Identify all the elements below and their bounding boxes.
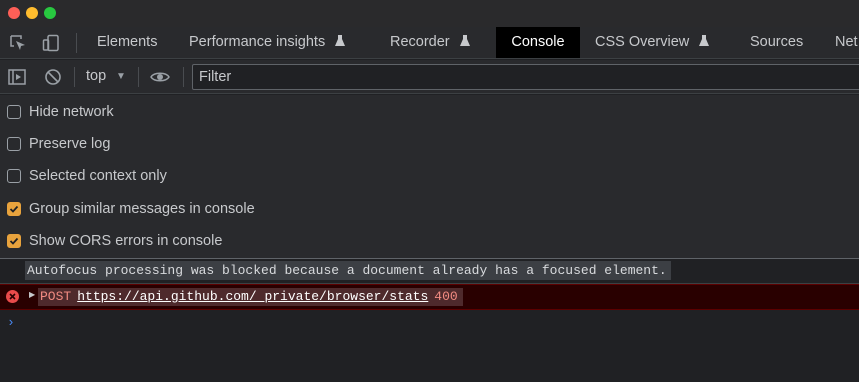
tab-css-overview[interactable]: CSS Overview (595, 27, 710, 58)
sidebar-toggle-icon[interactable] (8, 68, 26, 86)
setting-preserve-log[interactable]: Preserve log (7, 135, 110, 153)
close-window-button[interactable] (8, 7, 20, 19)
experimental-flask-icon (459, 35, 470, 46)
toolbar-divider (183, 67, 184, 87)
tab-label: CSS Overview (595, 34, 690, 50)
tab-elements[interactable]: Elements (97, 27, 157, 58)
live-expression-eye-icon[interactable] (150, 68, 170, 86)
setting-hide-network[interactable]: Hide network (7, 103, 114, 121)
tab-label: Performance insights (189, 34, 326, 50)
setting-label: Selected context only (29, 168, 167, 184)
toolbar-divider (138, 67, 139, 87)
tab-network[interactable]: Net (835, 27, 858, 58)
show-cors-errors-checkbox[interactable] (7, 234, 21, 248)
error-message-text: POST https://api.github.com/_private/brow… (38, 288, 463, 306)
tab-label: Console (511, 34, 565, 50)
tab-label: Net (835, 34, 858, 50)
tab-recorder[interactable]: Recorder (390, 27, 470, 58)
experimental-flask-icon (335, 35, 346, 46)
tab-label: Elements (97, 34, 158, 50)
console-message-info[interactable]: Autofocus processing was blocked because… (0, 259, 859, 284)
setting-label: Preserve log (29, 136, 111, 152)
selected-context-only-checkbox[interactable] (7, 169, 21, 183)
minimize-window-button[interactable] (26, 7, 38, 19)
console-prompt-icon[interactable]: › (7, 315, 15, 330)
setting-label: Hide network (29, 104, 114, 120)
info-message-text: Autofocus processing was blocked because… (25, 261, 671, 280)
tab-sources[interactable]: Sources (750, 27, 803, 58)
tab-console[interactable]: Console (496, 27, 580, 58)
error-icon (6, 290, 19, 303)
expand-triangle-icon[interactable]: ▶ (29, 290, 35, 299)
tab-performance-insights[interactable]: Performance insights (189, 27, 346, 58)
setting-label: Show CORS errors in console (29, 233, 223, 249)
group-similar-checkbox[interactable] (7, 202, 21, 216)
preserve-log-checkbox[interactable] (7, 137, 21, 151)
devtools-tab-bar: Elements Performance insights Recorder C… (0, 27, 859, 59)
http-method: POST (40, 289, 72, 304)
inspect-element-icon[interactable] (9, 34, 27, 52)
console-settings-pane: Hide network Preserve log Selected conte… (0, 95, 859, 258)
hide-network-checkbox[interactable] (7, 105, 21, 119)
title-bar (0, 0, 859, 27)
toolbar-divider (76, 33, 77, 53)
tab-label: Sources (750, 34, 804, 50)
toolbar-divider (74, 67, 75, 87)
checkmark-icon (9, 205, 19, 213)
setting-group-similar[interactable]: Group similar messages in console (7, 200, 255, 218)
console-toolbar: top ▼ (0, 60, 859, 94)
http-status-code: 400 (434, 289, 458, 304)
experimental-flask-icon (699, 35, 710, 46)
setting-show-cors-errors[interactable]: Show CORS errors in console (7, 232, 222, 250)
filter-input[interactable] (192, 64, 859, 90)
dropdown-caret-icon[interactable]: ▼ (116, 71, 126, 82)
checkmark-icon (9, 237, 19, 245)
zoom-window-button[interactable] (44, 7, 56, 19)
clear-console-icon[interactable] (44, 68, 62, 86)
setting-selected-context-only[interactable]: Selected context only (7, 167, 167, 185)
device-toolbar-icon[interactable] (42, 34, 60, 52)
console-message-error[interactable]: ▶ POST https://api.github.com/_private/br… (0, 284, 859, 310)
tab-label: Recorder (390, 34, 450, 50)
request-url-link[interactable]: https://api.github.com/_private/browser/… (77, 289, 428, 304)
context-selector[interactable]: top (86, 68, 106, 84)
setting-label: Group similar messages in console (29, 201, 255, 217)
